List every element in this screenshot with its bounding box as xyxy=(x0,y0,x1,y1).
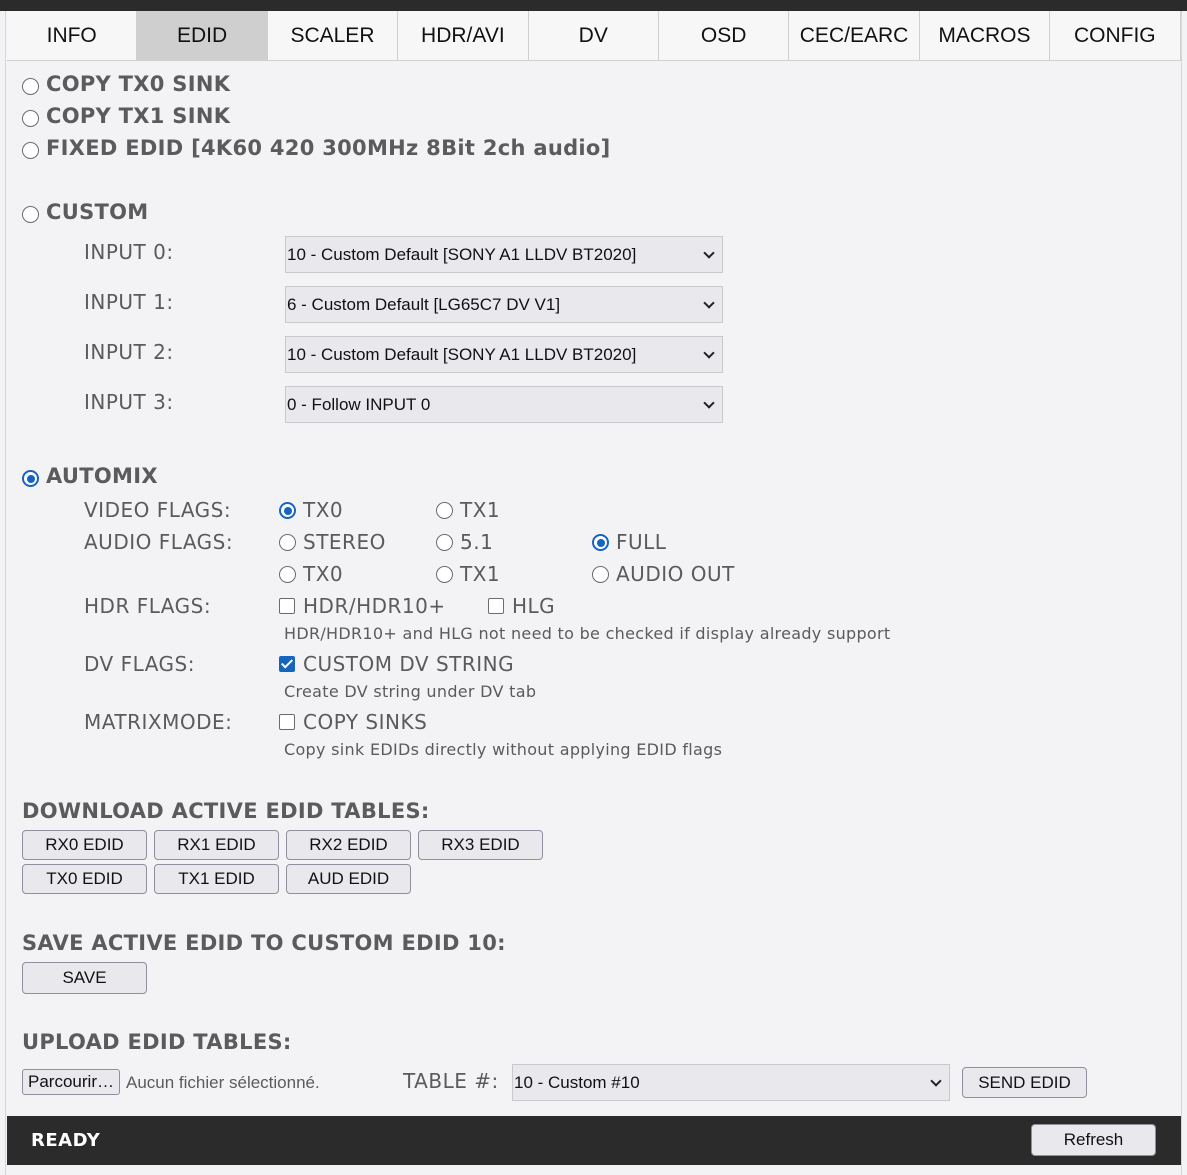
input-0-select[interactable]: 10 - Custom Default [SONY A1 LLDV BT2020… xyxy=(285,236,723,273)
audio-out-label: AUDIO OUT xyxy=(616,562,735,586)
matrix-hint: Copy sink EDIDs directly without applyin… xyxy=(284,740,723,759)
hdr-flags-label: HDR FLAGS: xyxy=(84,594,212,618)
tab-hdr-avi[interactable]: HDR/AVI xyxy=(398,11,529,61)
tab-scaler[interactable]: SCALER xyxy=(267,11,399,61)
custom-radio[interactable] xyxy=(22,206,39,223)
aud-edid-button[interactable]: AUD EDID xyxy=(286,864,411,894)
copy-sinks-checkbox[interactable] xyxy=(279,714,295,730)
fixed-edid-radio[interactable] xyxy=(22,142,39,159)
dv-custom-label: CUSTOM DV STRING xyxy=(303,652,515,676)
fixed-edid-label: FIXED EDID [4K60 420 300MHz 8Bit 2ch aud… xyxy=(46,136,611,160)
audio-flags-label: AUDIO FLAGS: xyxy=(84,530,234,554)
audio-tx1-radio[interactable] xyxy=(436,566,453,583)
video-tx0-label: TX0 xyxy=(303,498,344,522)
copy-tx0-radio[interactable] xyxy=(22,78,39,95)
chevron-down-icon xyxy=(703,297,715,309)
chevron-down-icon xyxy=(703,347,715,359)
audio-stereo-radio[interactable] xyxy=(279,534,296,551)
table-number-value: 10 - Custom #10 xyxy=(514,1072,640,1092)
tab-macros[interactable]: MACROS xyxy=(919,11,1051,61)
chevron-down-icon xyxy=(703,397,715,409)
hdr-hint: HDR/HDR10+ and HLG not need to be checke… xyxy=(284,624,891,643)
audio-stereo-label: STEREO xyxy=(303,530,386,554)
audio-full-label: FULL xyxy=(616,530,667,554)
table-number-select[interactable]: 10 - Custom #10 xyxy=(512,1064,950,1101)
video-tx1-label: TX1 xyxy=(460,498,501,522)
hdr-hdr10-label: HDR/HDR10+ xyxy=(303,594,446,618)
input-3-value: 0 - Follow INPUT 0 xyxy=(287,394,431,414)
audio-51-radio[interactable] xyxy=(436,534,453,551)
tab-edid[interactable]: EDID xyxy=(137,11,268,61)
copy-tx1-label: COPY TX1 SINK xyxy=(46,104,231,128)
rx0-edid-button[interactable]: RX0 EDID xyxy=(22,830,147,860)
browse-button[interactable]: Parcourir… xyxy=(22,1069,120,1095)
input-3-select[interactable]: 0 - Follow INPUT 0 xyxy=(285,386,723,423)
status-footer: READY Refresh xyxy=(7,1116,1181,1165)
input-0-label: INPUT 0: xyxy=(84,240,174,264)
tx0-edid-button[interactable]: TX0 EDID xyxy=(22,864,147,894)
top-bar xyxy=(0,0,1187,11)
tab-cec-earc[interactable]: CEC/EARC xyxy=(789,11,920,61)
download-title: DOWNLOAD ACTIVE EDID TABLES: xyxy=(22,799,430,823)
chevron-down-icon xyxy=(930,1075,942,1087)
copy-tx1-radio[interactable] xyxy=(22,110,39,127)
audio-out-radio[interactable] xyxy=(592,566,609,583)
audio-51-label: 5.1 xyxy=(460,530,494,554)
input-1-select[interactable]: 6 - Custom Default [LG65C7 DV V1] xyxy=(285,286,723,323)
no-file-text: Aucun fichier sélectionné. xyxy=(126,1073,320,1092)
refresh-button[interactable]: Refresh xyxy=(1031,1124,1156,1156)
right-frame xyxy=(1181,11,1187,1175)
input-0-value: 10 - Custom Default [SONY A1 LLDV BT2020… xyxy=(287,244,637,264)
video-flags-label: VIDEO FLAGS: xyxy=(84,498,232,522)
status-text: READY xyxy=(31,1130,101,1151)
automix-label: AUTOMIX xyxy=(46,464,158,488)
rx2-edid-button[interactable]: RX2 EDID xyxy=(286,830,411,860)
tab-config[interactable]: CONFIG xyxy=(1050,11,1181,61)
input-2-value: 10 - Custom Default [SONY A1 LLDV BT2020… xyxy=(287,344,637,364)
audio-tx0-label: TX0 xyxy=(303,562,344,586)
dv-flags-label: DV FLAGS: xyxy=(84,652,195,676)
left-frame xyxy=(0,11,6,1175)
hdr-hlg-checkbox[interactable] xyxy=(488,598,504,614)
send-edid-button[interactable]: SEND EDID xyxy=(962,1067,1087,1098)
input-2-label: INPUT 2: xyxy=(84,340,174,364)
hdr-hlg-label: HLG xyxy=(512,594,556,618)
rx1-edid-button[interactable]: RX1 EDID xyxy=(154,830,279,860)
tx1-edid-button[interactable]: TX1 EDID xyxy=(154,864,279,894)
audio-full-radio[interactable] xyxy=(592,534,609,551)
video-tx0-radio[interactable] xyxy=(279,502,296,519)
tab-osd[interactable]: OSD xyxy=(658,11,790,61)
dv-custom-checkbox[interactable] xyxy=(279,656,295,672)
tab-dv[interactable]: DV xyxy=(528,11,659,61)
matrixmode-label: MATRIXMODE: xyxy=(84,710,233,734)
tab-info[interactable]: INFO xyxy=(7,11,138,61)
custom-label: CUSTOM xyxy=(46,200,149,224)
input-3-label: INPUT 3: xyxy=(84,390,174,414)
rx3-edid-button[interactable]: RX3 EDID xyxy=(418,830,543,860)
audio-tx0-radio[interactable] xyxy=(279,566,296,583)
save-title: SAVE ACTIVE EDID TO CUSTOM EDID 10: xyxy=(22,931,506,955)
chevron-down-icon xyxy=(703,247,715,259)
input-2-select[interactable]: 10 - Custom Default [SONY A1 LLDV BT2020… xyxy=(285,336,723,373)
tab-bar: INFO EDID SCALER HDR/AVI DV OSD CEC/EARC… xyxy=(7,11,1181,61)
copy-tx0-label: COPY TX0 SINK xyxy=(46,72,231,96)
hdr-hdr10-checkbox[interactable] xyxy=(279,598,295,614)
video-tx1-radio[interactable] xyxy=(436,502,453,519)
input-1-value: 6 - Custom Default [LG65C7 DV V1] xyxy=(287,294,561,314)
upload-title: UPLOAD EDID TABLES: xyxy=(22,1030,292,1054)
dv-hint: Create DV string under DV tab xyxy=(284,682,537,701)
save-button[interactable]: SAVE xyxy=(22,962,147,994)
automix-radio[interactable] xyxy=(22,470,39,487)
copy-sinks-label: COPY SINKS xyxy=(303,710,428,734)
table-number-label: TABLE #: xyxy=(403,1069,499,1093)
input-1-label: INPUT 1: xyxy=(84,290,174,314)
audio-tx1-label: TX1 xyxy=(460,562,501,586)
